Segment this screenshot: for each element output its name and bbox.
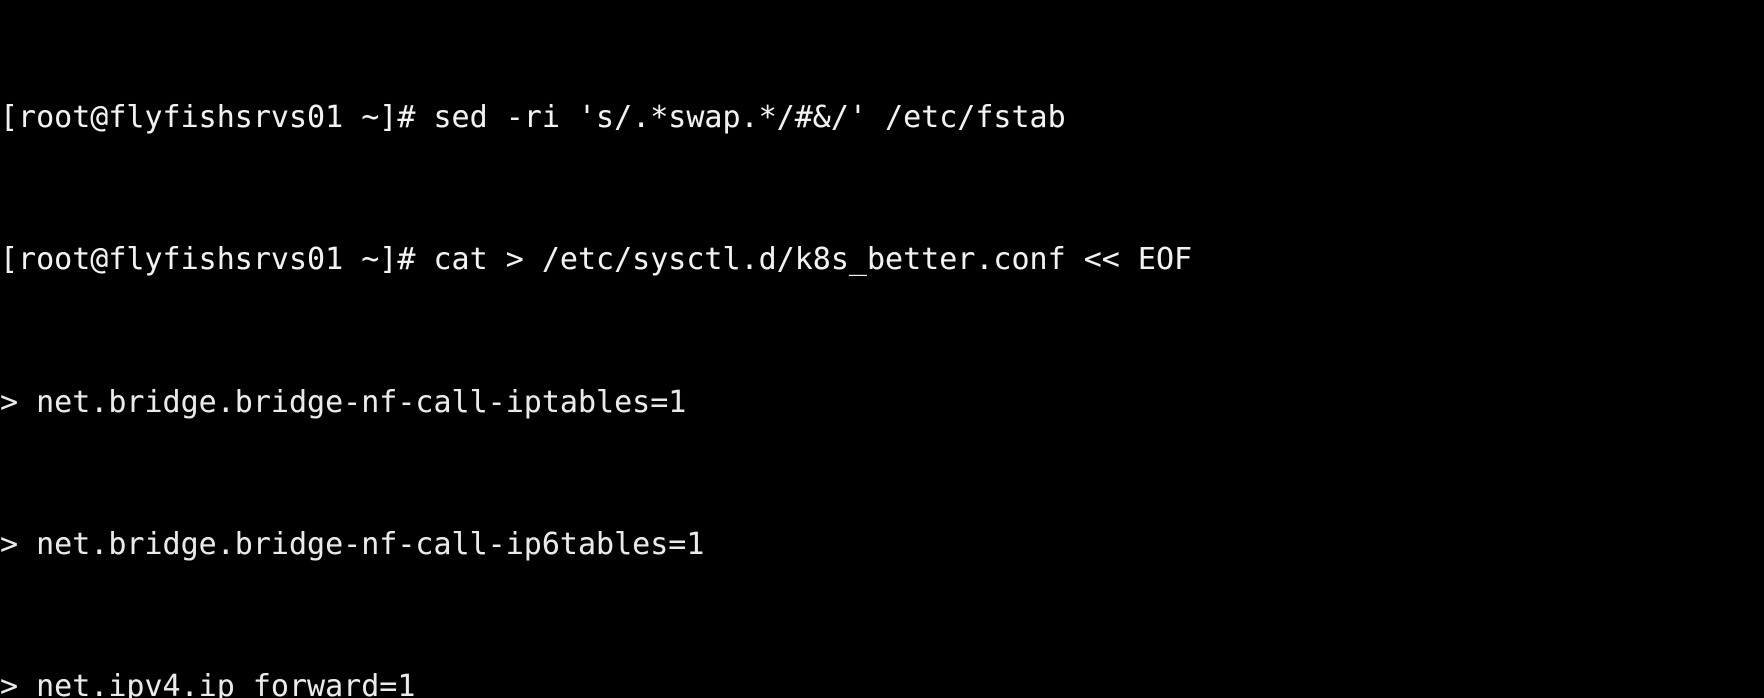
terminal-line-3: > net.bridge.bridge-nf-call-iptables=1 [0, 384, 687, 420]
terminal-line-2: [root@flyfishsrvs01 ~]# cat > /etc/sysct… [0, 242, 1193, 278]
terminal-line-4: > net.bridge.bridge-nf-call-ip6tables=1 [0, 526, 705, 562]
terminal-window[interactable]: [root@flyfishsrvs01 ~]# sed -ri 's/.*swa… [0, 0, 1764, 698]
terminal-screen[interactable]: [root@flyfishsrvs01 ~]# sed -ri 's/.*swa… [0, 0, 1764, 698]
terminal-line-1: [root@flyfishsrvs01 ~]# sed -ri 's/.*swa… [0, 99, 1066, 135]
terminal-line-5: > net.ipv4.ip_forward=1 [0, 669, 416, 698]
